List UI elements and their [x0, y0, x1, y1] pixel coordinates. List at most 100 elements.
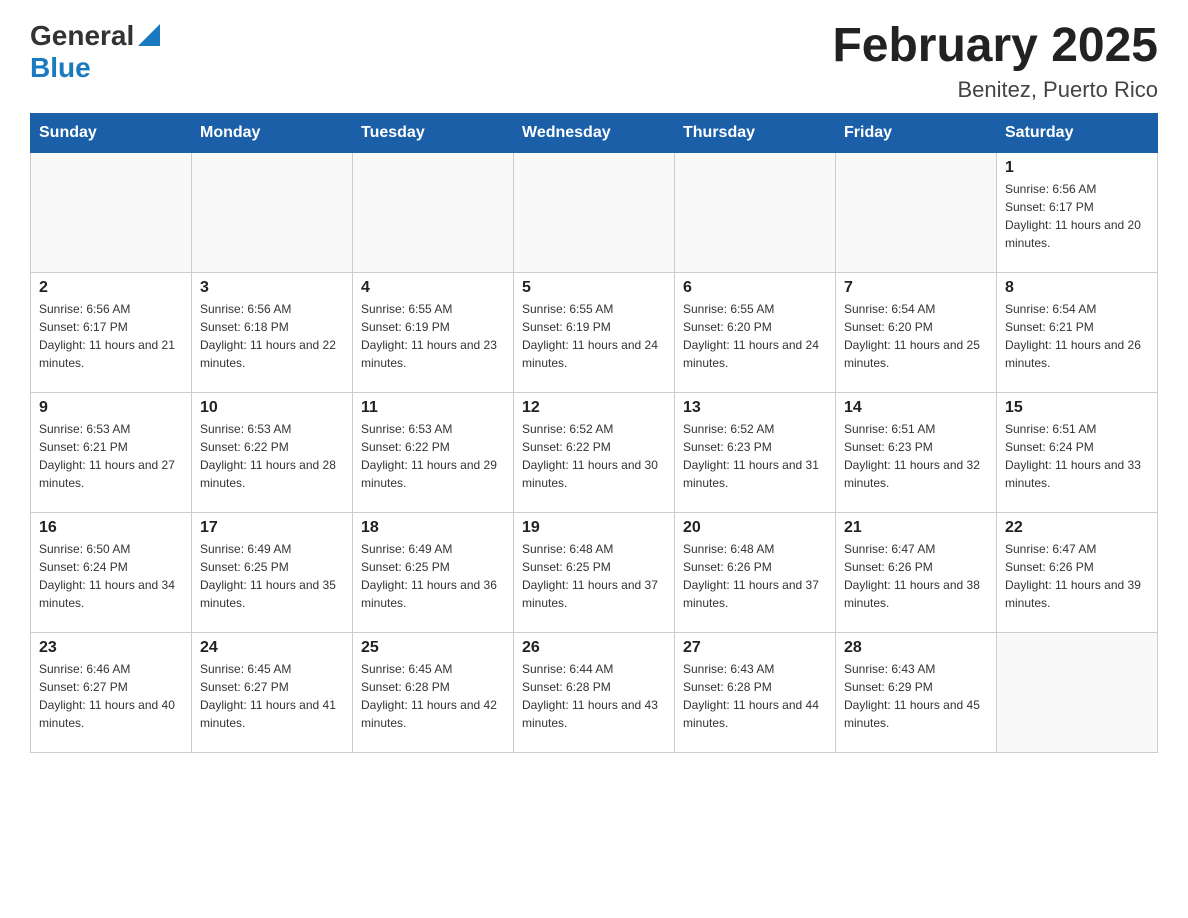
day-number: 23 — [39, 639, 183, 657]
day-info: Sunrise: 6:47 AM Sunset: 6:26 PM Dayligh… — [1005, 540, 1149, 612]
location-subtitle: Benitez, Puerto Rico — [832, 77, 1158, 103]
calendar-cell: 19 Sunrise: 6:48 AM Sunset: 6:25 PM Dayli… — [514, 512, 675, 632]
day-info: Sunrise: 6:56 AM Sunset: 6:17 PM Dayligh… — [39, 300, 183, 372]
day-info: Sunrise: 6:44 AM Sunset: 6:28 PM Dayligh… — [522, 660, 666, 732]
day-info: Sunrise: 6:43 AM Sunset: 6:29 PM Dayligh… — [844, 660, 988, 732]
day-info: Sunrise: 6:54 AM Sunset: 6:21 PM Dayligh… — [1005, 300, 1149, 372]
calendar-cell: 1 Sunrise: 6:56 AM Sunset: 6:17 PM Daylig… — [997, 152, 1158, 272]
day-number: 15 — [1005, 399, 1149, 417]
logo-blue-text: Blue — [30, 52, 91, 83]
day-number: 8 — [1005, 279, 1149, 297]
calendar-cell — [514, 152, 675, 272]
logo-triangle-icon — [138, 24, 160, 51]
day-number: 1 — [1005, 159, 1149, 177]
calendar-cell: 3 Sunrise: 6:56 AM Sunset: 6:18 PM Daylig… — [192, 272, 353, 392]
calendar-week-row: 23 Sunrise: 6:46 AM Sunset: 6:27 PM Dayli… — [31, 632, 1158, 752]
calendar-cell: 10 Sunrise: 6:53 AM Sunset: 6:22 PM Dayli… — [192, 392, 353, 512]
day-number: 21 — [844, 519, 988, 537]
day-info: Sunrise: 6:53 AM Sunset: 6:22 PM Dayligh… — [200, 420, 344, 492]
calendar-cell: 17Sunrise: 6:49 AM Sunset: 6:25 PM Dayli… — [192, 512, 353, 632]
logo: General Blue — [30, 20, 160, 84]
day-info: Sunrise: 6:53 AM Sunset: 6:21 PM Dayligh… — [39, 420, 183, 492]
day-number: 28 — [844, 639, 988, 657]
calendar-cell: 12 Sunrise: 6:52 AM Sunset: 6:22 PM Dayli… — [514, 392, 675, 512]
day-info: Sunrise: 6:48 AM Sunset: 6:26 PM Dayligh… — [683, 540, 827, 612]
calendar-cell: 15 Sunrise: 6:51 AM Sunset: 6:24 PM Dayli… — [997, 392, 1158, 512]
calendar-cell: 7 Sunrise: 6:54 AM Sunset: 6:20 PM Daylig… — [836, 272, 997, 392]
day-info: Sunrise: 6:54 AM Sunset: 6:20 PM Dayligh… — [844, 300, 988, 372]
day-info: Sunrise: 6:55 AM Sunset: 6:19 PM Dayligh… — [361, 300, 505, 372]
day-info: Sunrise: 6:51 AM Sunset: 6:24 PM Dayligh… — [1005, 420, 1149, 492]
day-info: Sunrise: 6:53 AM Sunset: 6:22 PM Dayligh… — [361, 420, 505, 492]
day-number: 25 — [361, 639, 505, 657]
weekday-header-row: SundayMondayTuesdayWednesdayThursdayFrid… — [31, 113, 1158, 152]
calendar-cell: 16Sunrise: 6:50 AM Sunset: 6:24 PM Dayli… — [31, 512, 192, 632]
day-info: Sunrise: 6:55 AM Sunset: 6:20 PM Dayligh… — [683, 300, 827, 372]
calendar-week-row: 16Sunrise: 6:50 AM Sunset: 6:24 PM Dayli… — [31, 512, 1158, 632]
day-info: Sunrise: 6:51 AM Sunset: 6:23 PM Dayligh… — [844, 420, 988, 492]
day-number: 6 — [683, 279, 827, 297]
calendar-cell: 13 Sunrise: 6:52 AM Sunset: 6:23 PM Dayli… — [675, 392, 836, 512]
weekday-header-tuesday: Tuesday — [353, 113, 514, 152]
day-number: 22 — [1005, 519, 1149, 537]
calendar-cell: 4 Sunrise: 6:55 AM Sunset: 6:19 PM Daylig… — [353, 272, 514, 392]
day-number: 27 — [683, 639, 827, 657]
calendar-cell: 9 Sunrise: 6:53 AM Sunset: 6:21 PM Daylig… — [31, 392, 192, 512]
day-number: 24 — [200, 639, 344, 657]
day-number: 12 — [522, 399, 666, 417]
calendar-cell: 8 Sunrise: 6:54 AM Sunset: 6:21 PM Daylig… — [997, 272, 1158, 392]
calendar-week-row: 9 Sunrise: 6:53 AM Sunset: 6:21 PM Daylig… — [31, 392, 1158, 512]
day-info: Sunrise: 6:43 AM Sunset: 6:28 PM Dayligh… — [683, 660, 827, 732]
day-info: Sunrise: 6:45 AM Sunset: 6:27 PM Dayligh… — [200, 660, 344, 732]
calendar-week-row: 1 Sunrise: 6:56 AM Sunset: 6:17 PM Daylig… — [31, 152, 1158, 272]
day-number: 7 — [844, 279, 988, 297]
day-number: 13 — [683, 399, 827, 417]
weekday-header-wednesday: Wednesday — [514, 113, 675, 152]
day-number: 2 — [39, 279, 183, 297]
calendar-cell: 20Sunrise: 6:48 AM Sunset: 6:26 PM Dayli… — [675, 512, 836, 632]
logo-general-text: General — [30, 20, 134, 52]
calendar-table: SundayMondayTuesdayWednesdayThursdayFrid… — [30, 113, 1158, 753]
calendar-cell — [836, 152, 997, 272]
calendar-cell: 24 Sunrise: 6:45 AM Sunset: 6:27 PM Dayli… — [192, 632, 353, 752]
calendar-cell: 14 Sunrise: 6:51 AM Sunset: 6:23 PM Dayli… — [836, 392, 997, 512]
day-info: Sunrise: 6:45 AM Sunset: 6:28 PM Dayligh… — [361, 660, 505, 732]
calendar-cell: 6 Sunrise: 6:55 AM Sunset: 6:20 PM Daylig… — [675, 272, 836, 392]
weekday-header-thursday: Thursday — [675, 113, 836, 152]
day-info: Sunrise: 6:56 AM Sunset: 6:18 PM Dayligh… — [200, 300, 344, 372]
calendar-cell: 18Sunrise: 6:49 AM Sunset: 6:25 PM Dayli… — [353, 512, 514, 632]
day-info: Sunrise: 6:55 AM Sunset: 6:19 PM Dayligh… — [522, 300, 666, 372]
page-header: General Blue February 2025 Benitez, Puer… — [30, 20, 1158, 103]
day-number: 4 — [361, 279, 505, 297]
calendar-cell — [675, 152, 836, 272]
day-number: 11 — [361, 399, 505, 417]
weekday-header-friday: Friday — [836, 113, 997, 152]
day-number: 14 — [844, 399, 988, 417]
day-info: Sunrise: 6:46 AM Sunset: 6:27 PM Dayligh… — [39, 660, 183, 732]
calendar-cell: 2 Sunrise: 6:56 AM Sunset: 6:17 PM Daylig… — [31, 272, 192, 392]
day-number: 3 — [200, 279, 344, 297]
weekday-header-saturday: Saturday — [997, 113, 1158, 152]
calendar-cell — [997, 632, 1158, 752]
day-info: Sunrise: 6:49 AM Sunset: 6:25 PM Dayligh… — [361, 540, 505, 612]
day-number: 5 — [522, 279, 666, 297]
calendar-cell: 5 Sunrise: 6:55 AM Sunset: 6:19 PM Daylig… — [514, 272, 675, 392]
calendar-cell — [31, 152, 192, 272]
calendar-cell: 28 Sunrise: 6:43 AM Sunset: 6:29 PM Dayli… — [836, 632, 997, 752]
weekday-header-monday: Monday — [192, 113, 353, 152]
calendar-cell: 11 Sunrise: 6:53 AM Sunset: 6:22 PM Dayli… — [353, 392, 514, 512]
day-number: 19 — [522, 519, 666, 537]
day-number: 17 — [200, 519, 344, 537]
day-info: Sunrise: 6:52 AM Sunset: 6:23 PM Dayligh… — [683, 420, 827, 492]
calendar-cell — [192, 152, 353, 272]
day-number: 26 — [522, 639, 666, 657]
day-number: 10 — [200, 399, 344, 417]
calendar-cell: 23 Sunrise: 6:46 AM Sunset: 6:27 PM Dayli… — [31, 632, 192, 752]
month-year-title: February 2025 — [832, 20, 1158, 73]
calendar-cell — [353, 152, 514, 272]
day-info: Sunrise: 6:52 AM Sunset: 6:22 PM Dayligh… — [522, 420, 666, 492]
day-number: 9 — [39, 399, 183, 417]
day-info: Sunrise: 6:48 AM Sunset: 6:25 PM Dayligh… — [522, 540, 666, 612]
day-info: Sunrise: 6:56 AM Sunset: 6:17 PM Dayligh… — [1005, 180, 1149, 252]
day-info: Sunrise: 6:50 AM Sunset: 6:24 PM Dayligh… — [39, 540, 183, 612]
